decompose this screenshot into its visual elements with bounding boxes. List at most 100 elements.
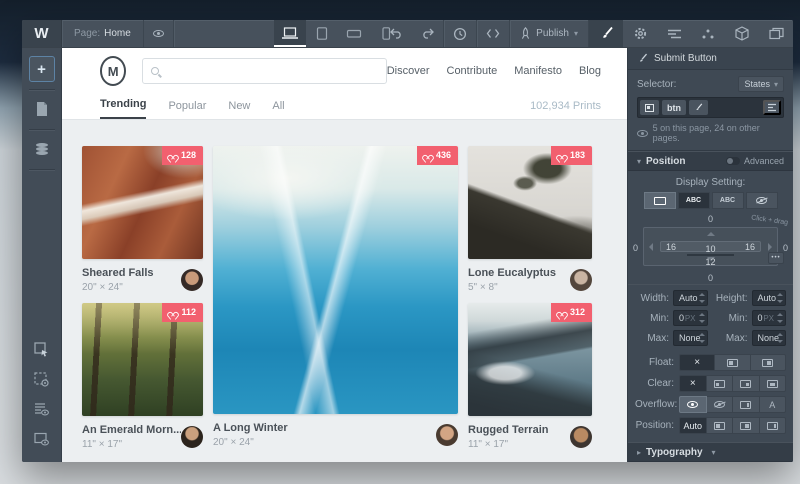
preview-eye-button[interactable] xyxy=(144,20,173,47)
clear-none-button[interactable]: × xyxy=(679,375,707,392)
height-input[interactable]: Auto xyxy=(752,290,787,306)
display-none-button[interactable] xyxy=(746,192,778,209)
likes-badge[interactable]: 436 xyxy=(417,146,458,165)
device-desktop-button[interactable] xyxy=(274,20,306,47)
photo-card[interactable]: 183 Lone Eucalyptus 5" × 8" xyxy=(468,146,592,293)
display-inline-block-button[interactable]: ABC xyxy=(678,192,710,209)
style-chip[interactable] xyxy=(689,100,708,115)
max-width-input[interactable]: None xyxy=(673,330,708,346)
class-chip[interactable]: btn xyxy=(662,100,686,115)
nav-link-blog[interactable]: Blog xyxy=(579,65,601,77)
photo-long-winter[interactable]: 436 xyxy=(213,146,458,414)
nav-link-contribute[interactable]: Contribute xyxy=(447,65,498,77)
position-section-header[interactable]: ▾ Position Advanced xyxy=(628,151,793,171)
display-inline-button[interactable]: ABC xyxy=(712,192,744,209)
padding-left-value[interactable]: 16 xyxy=(666,242,676,252)
likes-badge[interactable]: 183 xyxy=(551,146,592,165)
avatar[interactable] xyxy=(181,269,203,291)
min-width-input[interactable]: 0PX xyxy=(673,310,708,326)
symbol-settings-button[interactable] xyxy=(29,366,55,392)
export-code-button[interactable] xyxy=(477,20,509,47)
stepper-icon[interactable] xyxy=(777,293,783,303)
stepper-icon[interactable] xyxy=(777,313,783,323)
redo-button[interactable] xyxy=(412,20,443,47)
device-phone-portrait-button[interactable] xyxy=(370,20,402,47)
typography-section-header[interactable]: ▸ Typography ▾ xyxy=(628,442,793,462)
margin-bottom-value[interactable]: 0 xyxy=(708,273,713,283)
site-logo[interactable]: M xyxy=(100,56,126,86)
display-block-button[interactable] xyxy=(644,192,676,209)
element-visibility-button[interactable] xyxy=(29,426,55,452)
history-button[interactable] xyxy=(444,20,476,47)
device-tablet-button[interactable] xyxy=(306,20,338,47)
stepper-icon[interactable] xyxy=(699,313,705,323)
assets-panel-button[interactable] xyxy=(759,20,793,47)
padding-top-value[interactable]: 10 xyxy=(705,244,715,254)
avatar[interactable] xyxy=(570,426,592,448)
selector-input[interactable]: btn xyxy=(637,97,784,118)
position-auto-button[interactable]: Auto xyxy=(679,417,707,434)
tab-all[interactable]: All xyxy=(272,100,284,119)
photo-lone-eucalyptus[interactable]: 183 xyxy=(468,146,592,259)
padding-box[interactable]: 16 16 10 12 xyxy=(660,241,761,252)
arrow-up-icon[interactable] xyxy=(707,232,715,236)
search-input[interactable] xyxy=(142,58,386,84)
clear-left-button[interactable] xyxy=(707,375,734,392)
collections-button[interactable] xyxy=(29,136,55,162)
max-height-input[interactable]: None xyxy=(752,330,787,346)
clear-right-button[interactable] xyxy=(733,375,760,392)
tab-new[interactable]: New xyxy=(228,100,250,119)
photo-card[interactable]: 312 Rugged Terrain 11" × 17" xyxy=(468,303,592,450)
float-left-button[interactable] xyxy=(715,354,750,371)
avatar[interactable] xyxy=(436,424,458,446)
avatar[interactable] xyxy=(570,269,592,291)
min-height-input[interactable]: 0PX xyxy=(752,310,787,326)
avatar[interactable] xyxy=(181,426,203,448)
position-relative-button[interactable] xyxy=(707,417,734,434)
overflow-auto-button[interactable]: A xyxy=(760,396,787,413)
arrow-left-icon[interactable] xyxy=(649,243,653,251)
select-tool-button[interactable] xyxy=(29,336,55,362)
stepper-icon[interactable] xyxy=(699,333,705,343)
likes-badge[interactable]: 112 xyxy=(162,303,203,322)
style-manager-button[interactable] xyxy=(657,20,691,47)
padding-bottom-value[interactable]: 12 xyxy=(705,257,715,267)
arrow-right-icon[interactable] xyxy=(768,243,772,251)
style-panel-button[interactable] xyxy=(589,20,623,47)
padding-right-value[interactable]: 16 xyxy=(745,242,755,252)
spacing-control[interactable]: 0 0 0 0 16 16 10 12 xyxy=(637,217,784,278)
pages-button[interactable] xyxy=(29,96,55,122)
tab-popular[interactable]: Popular xyxy=(168,100,206,119)
photo-card[interactable]: 112 An Emerald Morn... 11" × 17" xyxy=(82,303,203,450)
advanced-toggle[interactable]: Advanced xyxy=(726,156,784,166)
photo-card[interactable]: 436 A Long Winter 20" × 24" xyxy=(213,146,458,448)
nav-link-manifesto[interactable]: Manifesto xyxy=(514,65,562,77)
photo-sheared-falls[interactable]: 128 xyxy=(82,146,203,259)
page-selector[interactable]: Page: Home xyxy=(62,20,144,47)
margin-right-value[interactable]: 0 xyxy=(783,243,788,253)
width-input[interactable]: Auto xyxy=(673,290,708,306)
float-right-button[interactable] xyxy=(751,354,786,371)
overflow-visible-button[interactable] xyxy=(679,396,707,413)
photo-emerald-morn[interactable]: 112 xyxy=(82,303,203,416)
stepper-icon[interactable] xyxy=(777,333,783,343)
clear-both-button[interactable] xyxy=(760,375,787,392)
spacing-more-button[interactable]: ••• xyxy=(768,252,784,264)
states-dropdown[interactable]: States▾ xyxy=(738,76,784,92)
float-none-button[interactable]: × xyxy=(679,354,715,371)
margin-box[interactable]: 16 16 10 12 xyxy=(643,227,778,266)
position-fixed-button[interactable] xyxy=(760,417,787,434)
publish-button[interactable]: Publish ▾ xyxy=(510,20,588,47)
webflow-logo[interactable]: W xyxy=(22,20,62,47)
add-element-button[interactable]: + xyxy=(29,56,55,82)
position-absolute-button[interactable] xyxy=(733,417,760,434)
device-phone-landscape-button[interactable] xyxy=(338,20,370,47)
nav-link-discover[interactable]: Discover xyxy=(387,65,430,77)
likes-badge[interactable]: 128 xyxy=(162,146,203,165)
settings-panel-button[interactable] xyxy=(623,20,657,47)
stepper-icon[interactable] xyxy=(699,293,705,303)
selector-sort-button[interactable] xyxy=(763,100,781,115)
photo-rugged-terrain[interactable]: 312 xyxy=(468,303,592,416)
element-type-chip[interactable] xyxy=(640,100,659,115)
overflow-scroll-button[interactable] xyxy=(733,396,760,413)
